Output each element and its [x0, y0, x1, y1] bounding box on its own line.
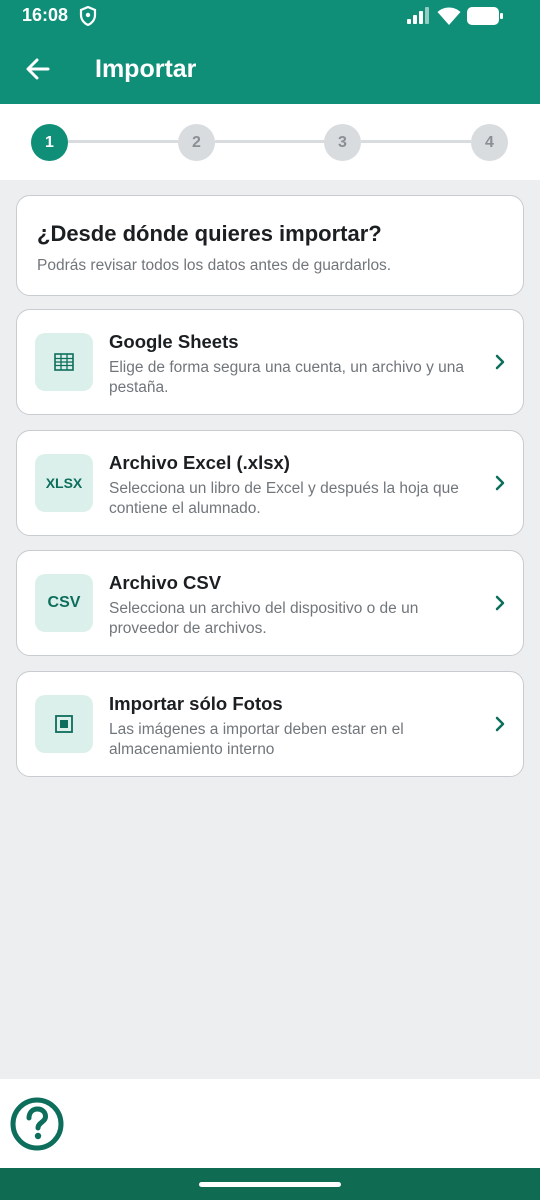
xlsx-icon: XLSX — [35, 454, 93, 512]
option-title: Archivo CSV — [109, 572, 222, 593]
signal-icon — [407, 7, 429, 24]
option-description: Selecciona un archivo del dispositivo o … — [109, 600, 419, 637]
option-description: Selecciona un libro de Excel y después l… — [109, 480, 459, 517]
bottom-bar — [0, 1079, 540, 1169]
option-google-sheets[interactable]: Google Sheets Elige de forma segura una … — [16, 309, 524, 415]
help-icon[interactable] — [10, 1097, 64, 1151]
step-1: 1 — [31, 124, 68, 161]
grid-icon — [35, 333, 93, 391]
step-connector — [361, 140, 471, 143]
chevron-right-icon — [495, 716, 505, 732]
step-4: 4 — [471, 124, 508, 161]
import-header-card: ¿Desde dónde quieres importar? Podrás re… — [16, 195, 524, 296]
battery-icon — [467, 7, 503, 25]
import-subtitle: Podrás revisar todos los datos antes de … — [37, 257, 392, 274]
step-connector — [68, 140, 178, 143]
option-photos[interactable]: Importar sólo Fotos Las imágenes a impor… — [16, 671, 524, 777]
chevron-right-icon — [495, 475, 505, 491]
option-title: Google Sheets — [109, 331, 239, 352]
status-time: 16:08 — [22, 5, 69, 25]
option-description: Elige de forma segura una cuenta, un arc… — [109, 359, 465, 396]
page-title: Importar — [95, 55, 197, 83]
app-bar: 16:08 Importar — [0, 0, 540, 104]
stepper: 1 2 3 4 — [0, 104, 540, 180]
option-excel[interactable]: XLSX Archivo Excel (.xlsx) Selecciona un… — [16, 430, 524, 536]
chevron-right-icon — [495, 595, 505, 611]
step-2: 2 — [178, 124, 215, 161]
photo-icon — [35, 695, 93, 753]
wifi-icon — [437, 7, 461, 25]
shield-icon — [79, 6, 97, 26]
option-description: Las imágenes a importar deben estar en e… — [109, 721, 404, 758]
csv-icon: CSV — [35, 574, 93, 632]
option-csv[interactable]: CSV Archivo CSV Selecciona un archivo de… — [16, 550, 524, 656]
option-title: Importar sólo Fotos — [109, 693, 283, 714]
step-connector — [215, 140, 325, 143]
option-title: Archivo Excel (.xlsx) — [109, 452, 290, 473]
system-nav-bar — [0, 1168, 540, 1200]
chevron-right-icon — [495, 354, 505, 370]
home-gesture-handle[interactable] — [199, 1182, 341, 1187]
import-question: ¿Desde dónde quieres importar? — [37, 221, 382, 246]
status-bar: 16:08 — [0, 0, 540, 32]
step-3: 3 — [324, 124, 361, 161]
back-arrow-icon[interactable] — [18, 50, 58, 90]
